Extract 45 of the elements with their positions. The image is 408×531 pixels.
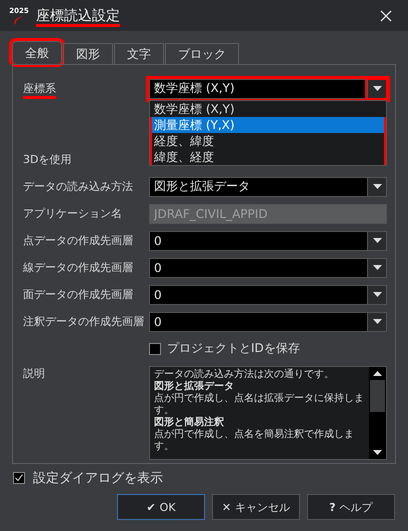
description-text: 点が円で作成し、点名を簡易注釈で作成します。 [154, 429, 355, 453]
field-label: 注釈データの作成先画層 [23, 314, 145, 329]
tab[interactable]: 全般 [12, 41, 62, 64]
dropdown-arrow-icon [372, 265, 382, 270]
dropdown-option[interactable]: 測量座標 (Y,X) [150, 116, 386, 132]
description-text: データの読み込み方法は次の通りです。 [154, 369, 335, 380]
dialog-button[interactable]: ✔ OK [117, 494, 205, 520]
field-label: 説明 [23, 366, 46, 381]
dropdown-arrow-icon [372, 86, 382, 91]
field-label: 3Dを使用 [23, 152, 72, 167]
checkbox[interactable] [149, 342, 161, 354]
dropdown-arrow-icon [372, 184, 382, 189]
dropdown-arrow-icon [372, 238, 382, 243]
field-label: 座標系 [23, 81, 57, 96]
dropdown-arrow-icon [372, 319, 382, 324]
scrollbar[interactable] [369, 367, 386, 459]
scroll-down-icon[interactable] [373, 450, 382, 455]
dropdown[interactable]: 0 [149, 258, 387, 278]
description-text: 図形と簡易注釈 [154, 417, 225, 428]
tab[interactable]: 文字 [114, 43, 164, 64]
close-icon[interactable] [380, 10, 392, 22]
description-text: 図形と拡張データ [154, 381, 235, 392]
field-label: 点データの作成先画層 [23, 233, 134, 248]
field-label: 線データの作成先画層 [23, 260, 134, 275]
dialog-button[interactable]: ✕ キャンセル [212, 494, 300, 520]
checkbox-label[interactable]: プロジェクトとIDを保存 [167, 340, 300, 357]
dialog-button[interactable]: ? ヘルプ [307, 494, 395, 520]
field-label: データの読み込み方法 [23, 179, 134, 194]
dropdown-option[interactable]: 数学座標 (X,Y) [150, 100, 386, 116]
dropdown-option[interactable]: 緯度、経度 [150, 148, 386, 164]
dropdown-arrow-icon [372, 292, 382, 297]
dropdown[interactable]: 0 [149, 230, 387, 250]
window-title: 座標読込設定 [36, 6, 121, 24]
dropdown[interactable]: 0 [149, 284, 387, 304]
description-text: 点が円で作成し、点名は拡張データに保持します。 [154, 393, 365, 416]
tab[interactable]: ブロック [165, 43, 239, 64]
field-label: アプリケーション名 [23, 206, 123, 221]
scroll-up-icon[interactable] [373, 371, 382, 376]
checkbox-label[interactable]: 設定ダイアログを表示 [33, 469, 163, 487]
checkbox[interactable] [13, 472, 25, 484]
tab[interactable]: 図形 [63, 43, 113, 64]
dropdown-option[interactable]: 経度、緯度 [150, 132, 386, 148]
dropdown[interactable]: 図形と拡張データ [149, 176, 387, 196]
field-label: 面データの作成先画層 [23, 287, 134, 302]
dropdown[interactable]: 0 [149, 312, 387, 332]
